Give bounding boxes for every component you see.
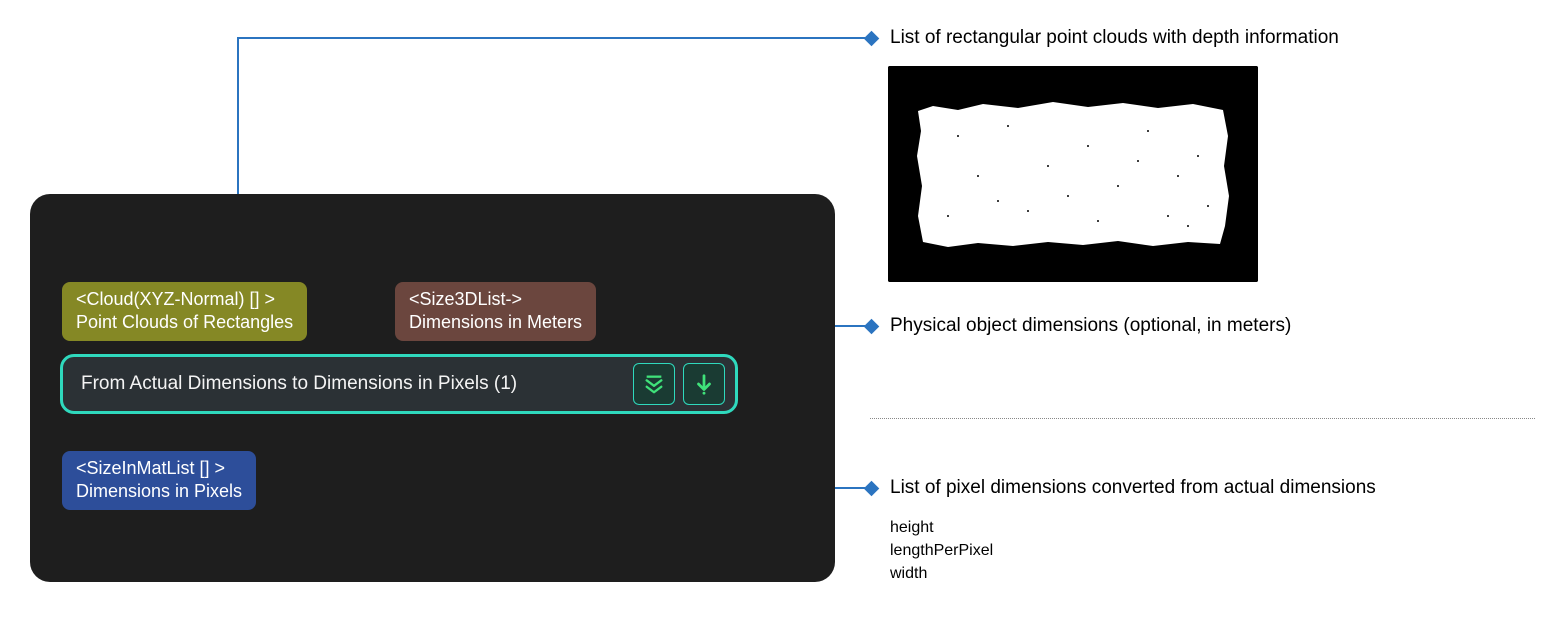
pill-cloud-type: <Cloud(XYZ-Normal) [] > [76, 288, 293, 311]
annotation-cloud: List of rectangular point clouds with de… [866, 26, 1339, 51]
subfields-list: height lengthPerPixel width [890, 516, 993, 586]
node-action-block[interactable]: From Actual Dimensions to Dimensions in … [60, 354, 738, 414]
pill-size3d-label: Dimensions in Meters [409, 311, 582, 334]
pill-sizeinmat-output[interactable]: <SizeInMatList [] > Dimensions in Pixels [62, 451, 256, 510]
pill-cloud-label: Point Clouds of Rectangles [76, 311, 293, 334]
diamond-icon [864, 319, 880, 335]
diamond-icon [864, 481, 880, 497]
expand-all-button[interactable] [633, 363, 675, 405]
annotation-sizeinmat: List of pixel dimensions converted from … [866, 476, 1376, 501]
subfield-item: lengthPerPixel [890, 539, 993, 562]
annotation-size3d-text: Physical object dimensions (optional, in… [890, 314, 1291, 339]
pill-sizeinmat-type: <SizeInMatList [] > [76, 457, 242, 480]
point-cloud-image [888, 66, 1258, 282]
action-block-label: From Actual Dimensions to Dimensions in … [81, 373, 517, 395]
subfield-item: height [890, 516, 993, 539]
pill-size3d-type: <Size3DList-> [409, 288, 582, 311]
annotation-size3d: Physical object dimensions (optional, in… [866, 314, 1291, 339]
arrow-down-icon [693, 373, 715, 395]
pill-cloud-input[interactable]: <Cloud(XYZ-Normal) [] > Point Clouds of … [62, 282, 307, 341]
divider [870, 418, 1535, 419]
pill-size3d-input[interactable]: <Size3DList-> Dimensions in Meters [395, 282, 596, 341]
pill-sizeinmat-label: Dimensions in Pixels [76, 480, 242, 503]
double-chevron-down-icon [643, 373, 665, 395]
annotation-sizeinmat-text: List of pixel dimensions converted from … [890, 476, 1376, 501]
execute-button[interactable] [683, 363, 725, 405]
subfield-item: width [890, 562, 993, 585]
action-buttons [633, 363, 725, 405]
point-cloud-preview [888, 66, 1258, 282]
diamond-icon [864, 31, 880, 47]
annotation-cloud-text: List of rectangular point clouds with de… [890, 26, 1339, 51]
